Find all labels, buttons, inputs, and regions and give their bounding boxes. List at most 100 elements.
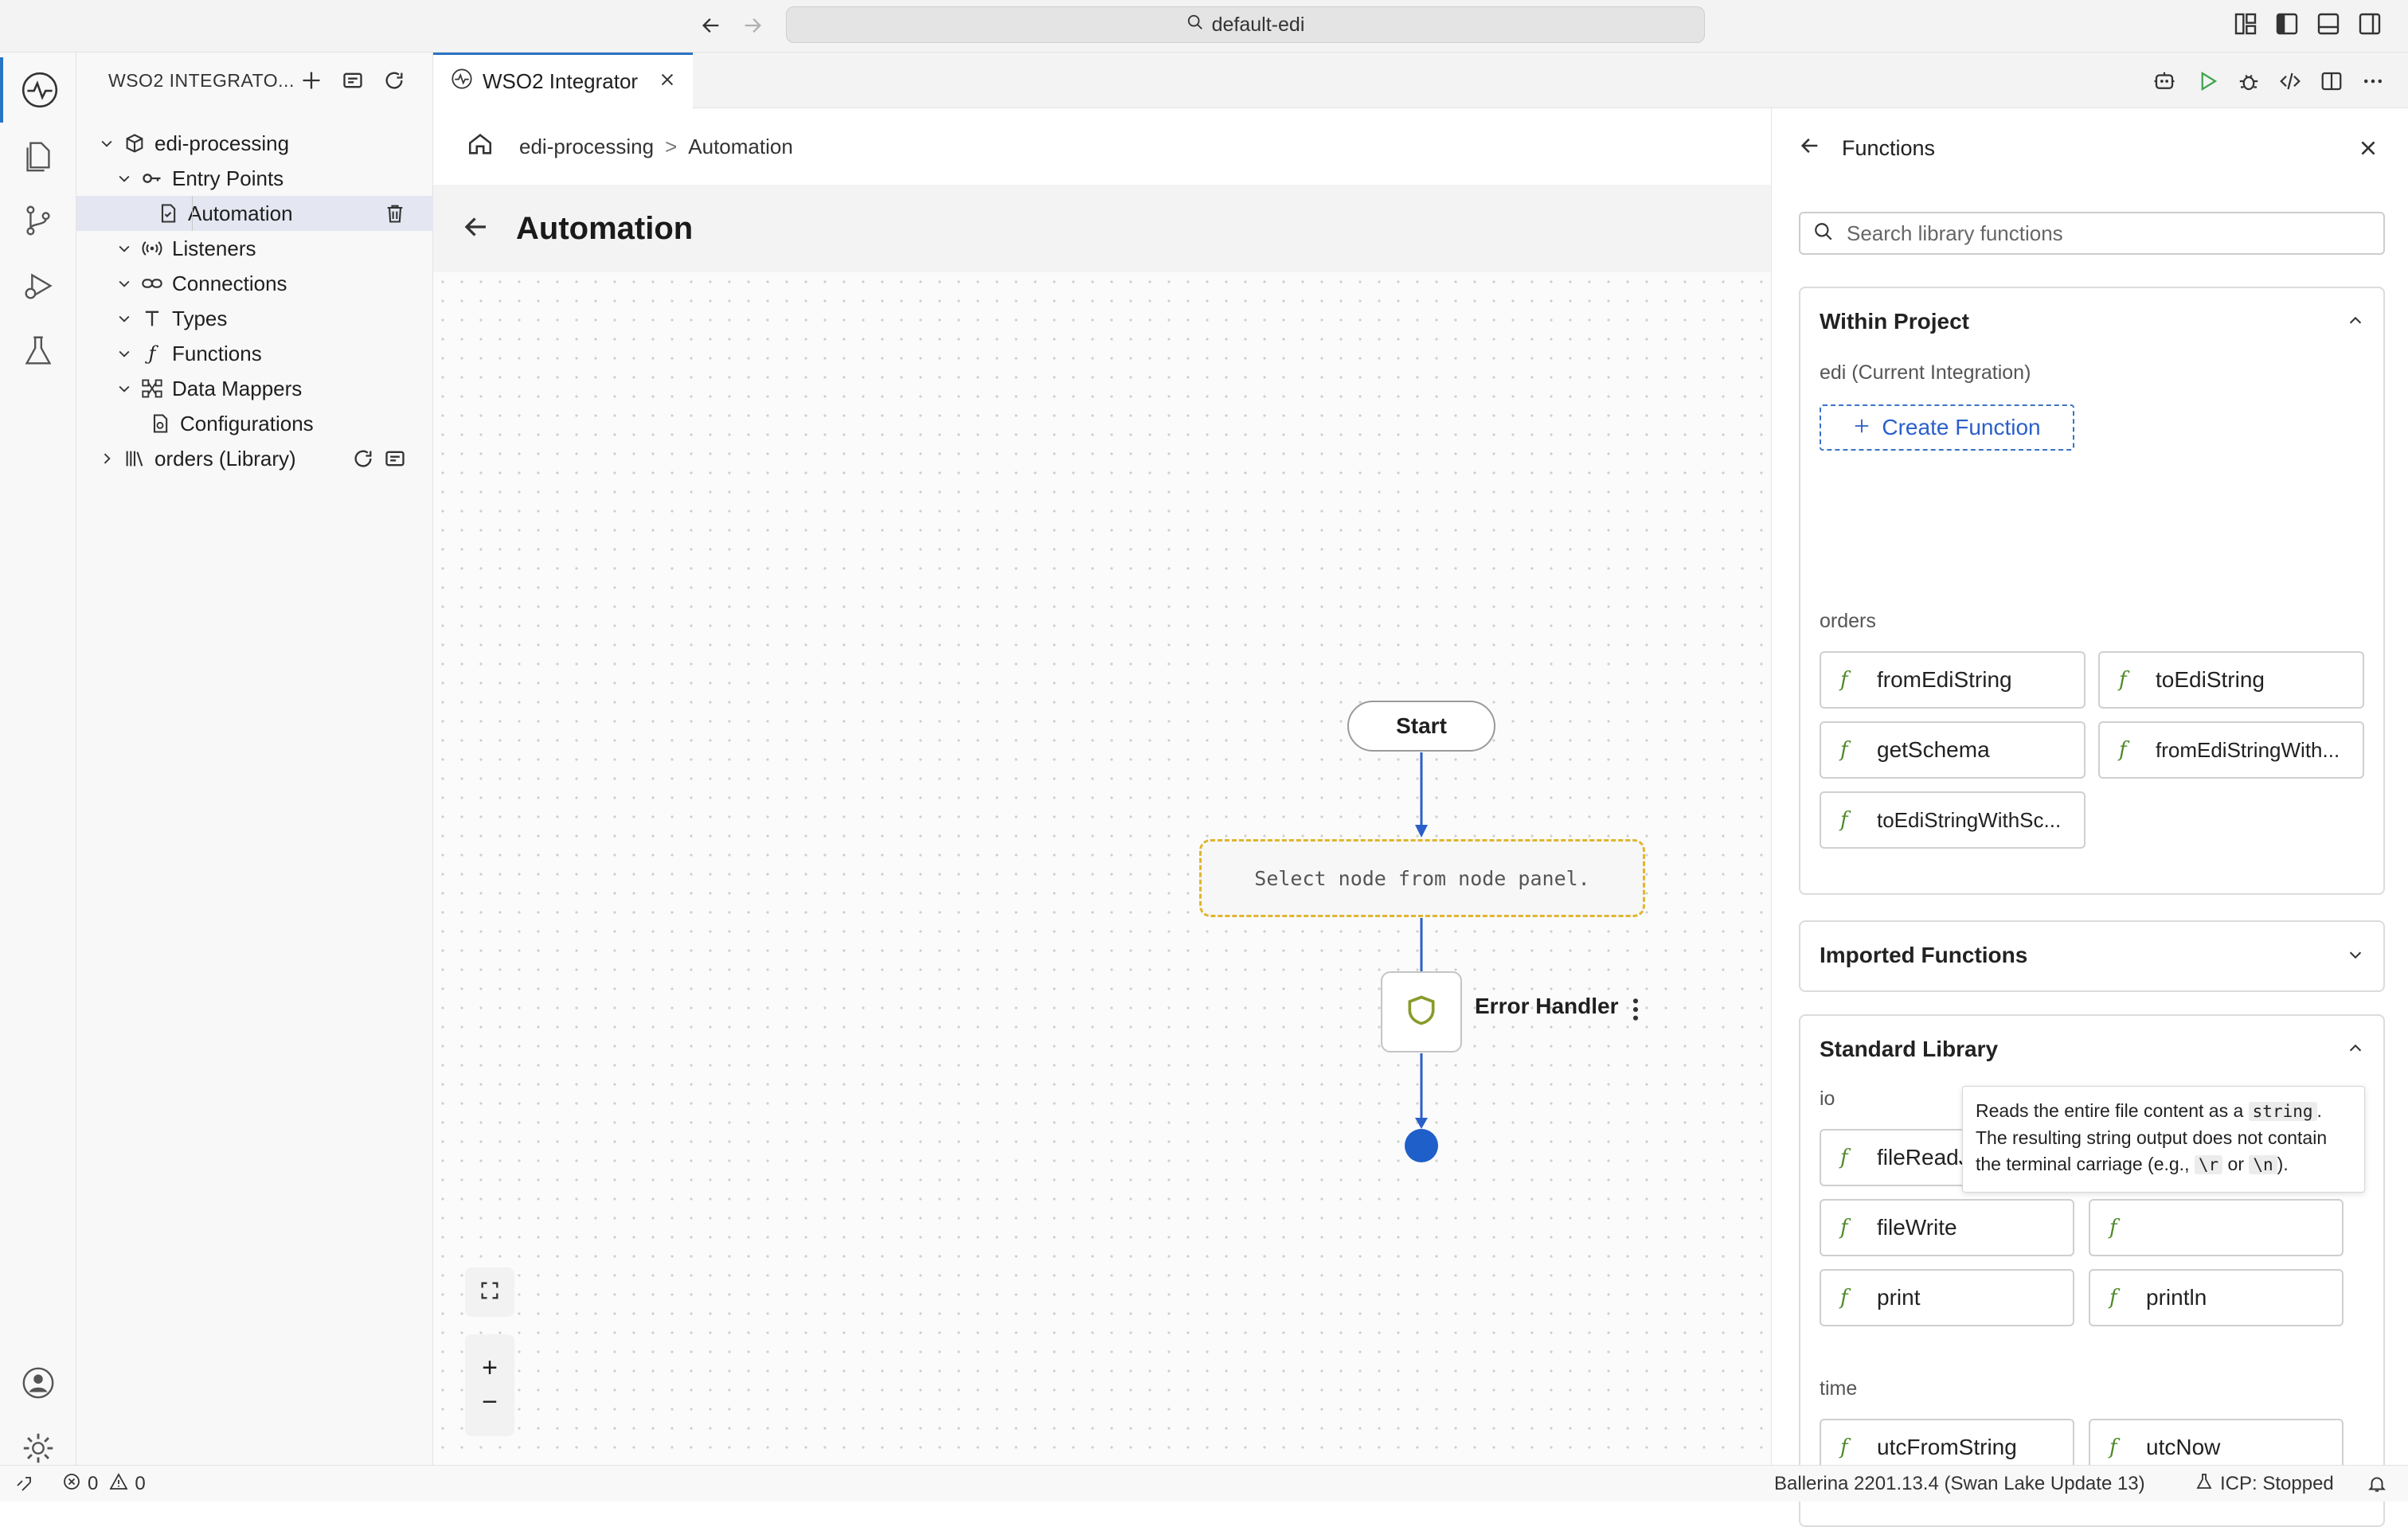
kebab-menu-icon[interactable] <box>1628 994 1644 1025</box>
wso2-integrator-activity-icon[interactable] <box>0 57 76 123</box>
functions-panel: Functions Within Project edi (Current In… <box>1771 108 2408 1527</box>
more-actions-icon[interactable] <box>2359 67 2387 96</box>
overview-icon[interactable] <box>339 67 366 94</box>
tree-item-configurations[interactable]: Configurations <box>76 406 433 441</box>
close-icon[interactable] <box>2355 135 2381 161</box>
function-f-icon: f <box>2109 1286 2117 1310</box>
panel-title: Functions <box>1842 135 1936 160</box>
group-label-time: time <box>1820 1377 1858 1400</box>
code-view-icon[interactable] <box>2276 67 2304 96</box>
account-icon[interactable] <box>0 1350 76 1416</box>
customize-layout-icon[interactable] <box>2233 11 2261 38</box>
search-input[interactable] <box>1845 220 2371 247</box>
problems-indicator[interactable]: 0 0 <box>62 1466 146 1502</box>
fit-screen-button[interactable] <box>465 1267 514 1317</box>
chevron-up-icon[interactable] <box>2345 310 2366 331</box>
config-file-icon <box>148 412 172 435</box>
refresh-icon[interactable] <box>352 447 374 475</box>
group-label-io: io <box>1820 1088 1835 1110</box>
function-name: fromEdiStringWith... <box>2156 737 2340 762</box>
explorer-files-icon[interactable] <box>0 123 76 188</box>
back-arrow-icon[interactable] <box>462 213 491 245</box>
tree-item-types[interactable]: Types <box>76 301 433 336</box>
zoom-out-button[interactable]: − <box>482 1387 498 1418</box>
delete-trash-icon[interactable] <box>384 202 406 230</box>
function-item[interactable]: f getSchema <box>1820 721 2086 779</box>
function-item[interactable]: f fromEdiString <box>1820 651 2086 709</box>
breadcrumb-project[interactable]: edi-processing <box>519 135 654 159</box>
function-item[interactable]: f println <box>2089 1269 2344 1326</box>
empty-node-placeholder[interactable]: Select node from node panel. <box>1199 839 1645 917</box>
source-control-icon[interactable] <box>0 188 76 253</box>
overview-icon[interactable] <box>384 447 406 475</box>
toggle-primary-sidebar-icon[interactable] <box>2274 11 2303 38</box>
start-node[interactable]: Start <box>1347 701 1495 752</box>
tab-label: WSO2 Integrator <box>483 69 639 93</box>
toggle-secondary-sidebar-icon[interactable] <box>2357 11 2386 38</box>
tree-item-connections[interactable]: Connections <box>76 266 433 301</box>
data-mapper-icon <box>140 377 164 400</box>
ai-copilot-icon[interactable] <box>2150 67 2179 96</box>
close-tab-icon[interactable] <box>659 69 676 94</box>
split-editor-icon[interactable] <box>2317 67 2346 96</box>
home-icon[interactable] <box>467 131 494 163</box>
function-item[interactable]: f <box>2089 1199 2344 1256</box>
broadcast-icon <box>140 236 164 260</box>
function-item[interactable]: f fileWrite <box>1820 1199 2074 1256</box>
section-title[interactable]: Imported Functions <box>1820 943 2027 968</box>
automation-file-icon <box>156 201 180 225</box>
command-center-search[interactable]: default-edi <box>786 6 1705 43</box>
chevron-down-icon[interactable] <box>2345 944 2366 965</box>
section-title[interactable]: Standard Library <box>1820 1037 1998 1062</box>
back-arrow-icon[interactable] <box>695 10 727 41</box>
zoom-in-button[interactable]: + <box>482 1353 498 1384</box>
notifications-bell-icon[interactable] <box>2367 1466 2387 1502</box>
function-item[interactable]: f fromEdiStringWith... <box>2098 721 2364 779</box>
shield-icon <box>1404 993 1439 1032</box>
function-item[interactable]: f toEdiStringWithSc... <box>1820 791 2086 849</box>
forward-arrow-icon[interactable] <box>737 10 768 41</box>
section-title[interactable]: Within Project <box>1820 309 1969 334</box>
error-handler-label: Error Handler <box>1475 994 1619 1018</box>
refresh-icon[interactable] <box>381 67 408 94</box>
tree-item-automation[interactable]: Automation <box>76 196 433 231</box>
tooltip-text: Reads the entire file content as a <box>1976 1100 2249 1121</box>
chevron-down-icon <box>115 309 134 328</box>
tree-item-data-mappers[interactable]: Data Mappers <box>76 371 433 406</box>
tree-item-functions[interactable]: ƒ Functions <box>76 336 433 371</box>
function-f-icon: f <box>1840 1146 1848 1170</box>
testing-flask-icon[interactable] <box>0 318 76 384</box>
toggle-panel-icon[interactable] <box>2316 11 2344 38</box>
function-item[interactable]: f print <box>1820 1269 2074 1326</box>
add-plus-icon[interactable] <box>298 67 325 94</box>
library-books-icon <box>123 447 147 471</box>
ballerina-version[interactable]: Ballerina 2201.13.4 (Swan Lake Update 13… <box>1774 1466 2145 1502</box>
tab-wso2-integrator[interactable]: WSO2 Integrator <box>433 53 693 108</box>
debug-bug-icon[interactable] <box>2234 67 2263 96</box>
function-item[interactable]: f toEdiString <box>2098 651 2364 709</box>
tooltip-code: string <box>2248 1102 2317 1121</box>
search-icon <box>1813 221 1834 246</box>
error-handler-node[interactable] <box>1381 971 1462 1052</box>
flow-diagram: Start Select node from node panel. Error… <box>433 272 1771 1465</box>
tree-item-project[interactable]: edi-processing <box>76 126 433 161</box>
run-debug-icon[interactable] <box>0 253 76 318</box>
function-name: getSchema <box>1877 737 1990 762</box>
chevron-up-icon[interactable] <box>2345 1038 2366 1059</box>
icp-status[interactable]: ICP: Stopped <box>2195 1466 2334 1502</box>
tree-item-listeners[interactable]: Listeners <box>76 231 433 266</box>
back-arrow-icon[interactable] <box>1799 135 1821 162</box>
function-f-icon: f <box>1840 1286 1848 1310</box>
warning-count: 0 <box>135 1473 146 1494</box>
chevron-right-icon <box>97 449 116 468</box>
run-play-icon[interactable] <box>2193 67 2222 96</box>
chevron-down-icon <box>115 274 134 293</box>
tree-item-library[interactable]: orders (Library) <box>76 441 433 476</box>
create-function-button[interactable]: Create Function <box>1820 404 2074 451</box>
breadcrumb-separator: > <box>665 134 678 158</box>
function-f-icon: f <box>1840 1435 1848 1459</box>
tree-item-label: Types <box>172 306 228 330</box>
remote-indicator-icon[interactable] <box>14 1466 33 1502</box>
tree-item-entry-points[interactable]: Entry Points <box>76 161 433 196</box>
function-name: utcNow <box>2146 1435 2221 1459</box>
